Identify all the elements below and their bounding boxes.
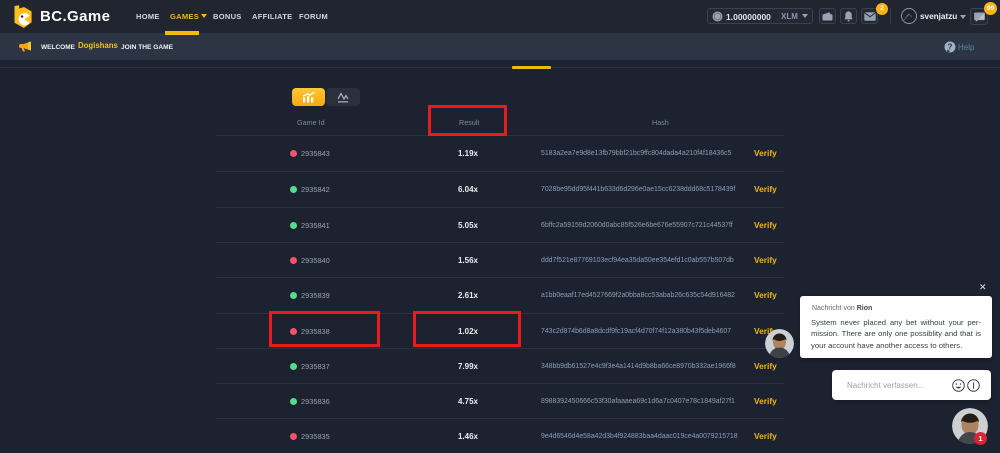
svg-text:?: ? [948, 43, 953, 52]
